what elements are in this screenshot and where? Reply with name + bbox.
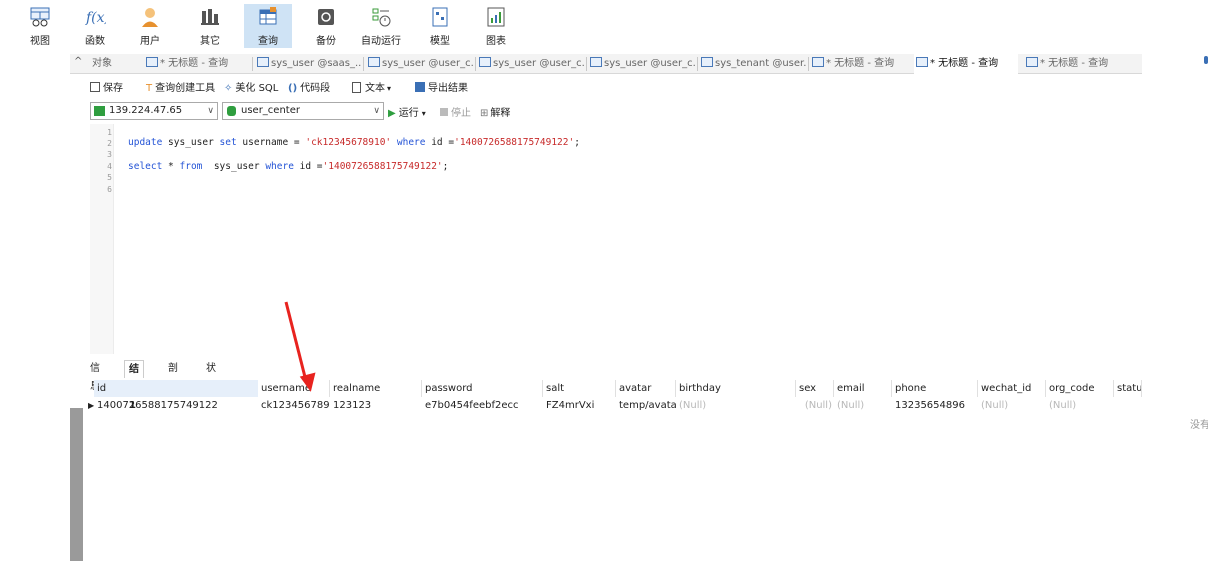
panel-indicator-icon: [1204, 56, 1208, 64]
side-panel-text: 没有: [1190, 420, 1208, 431]
annotation-arrow: [284, 301, 316, 392]
right-side-panel: 没有: [1142, 52, 1208, 561]
